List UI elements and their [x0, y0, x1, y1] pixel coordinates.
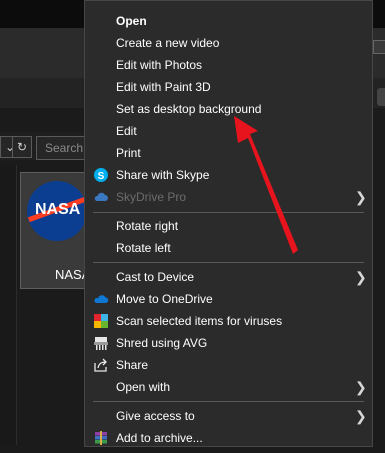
menu-item-rotate-left[interactable]: Rotate left [85, 237, 372, 259]
shredder-icon [93, 335, 109, 351]
nasa-logo-image: NASA [27, 181, 87, 241]
window-edge-icon [377, 88, 385, 106]
menu-item-share[interactable]: Share [85, 354, 372, 376]
menu-separator [93, 212, 364, 213]
window-edge-control [373, 40, 385, 54]
menu-separator [93, 262, 364, 263]
menu-item-skydrive-pro: SkyDrive Pro ❯ [85, 186, 372, 208]
onedrive-icon [93, 291, 109, 307]
menu-item-add-to-archive[interactable]: Add to archive... [85, 427, 372, 449]
menu-item-move-to-onedrive[interactable]: Move to OneDrive [85, 288, 372, 310]
menu-item-set-desktop-background[interactable]: Set as desktop background [85, 98, 372, 120]
submenu-chevron-icon: ❯ [355, 189, 367, 205]
menu-item-shred-using-avg[interactable]: Shred using AVG [85, 332, 372, 354]
menu-item-edit[interactable]: Edit [85, 120, 372, 142]
menu-item-scan-viruses[interactable]: Scan selected items for viruses [85, 310, 372, 332]
menu-item-cast-to-device[interactable]: Cast to Device ❯ [85, 266, 372, 288]
navigation-pane [0, 165, 17, 445]
cloud-icon [93, 189, 109, 205]
menu-item-share-with-skype[interactable]: S Share with Skype [85, 164, 372, 186]
context-menu: Open Create a new video Edit with Photos… [84, 0, 373, 447]
avg-scan-icon [93, 313, 109, 329]
menu-item-edit-with-photos[interactable]: Edit with Photos [85, 54, 372, 76]
submenu-chevron-icon: ❯ [355, 269, 367, 285]
svg-text:S: S [98, 171, 105, 182]
refresh-button[interactable]: ↻ [12, 136, 32, 158]
menu-separator [93, 401, 364, 402]
menu-item-print[interactable]: Print [85, 142, 372, 164]
menu-item-create-video[interactable]: Create a new video [85, 32, 372, 54]
submenu-chevron-icon: ❯ [355, 379, 367, 395]
archive-icon [93, 430, 109, 446]
skype-icon: S [93, 167, 109, 183]
submenu-chevron-icon: ❯ [355, 408, 367, 424]
nasa-logo-text: NASA [35, 201, 81, 218]
share-icon [93, 357, 109, 373]
search-placeholder: Search [45, 141, 84, 155]
menu-item-give-access-to[interactable]: Give access to ❯ [85, 405, 372, 427]
menu-item-edit-with-paint-3d[interactable]: Edit with Paint 3D [85, 76, 372, 98]
menu-item-open[interactable]: Open [85, 10, 372, 32]
file-thumbnail-nasa[interactable]: NASA NASA [20, 172, 92, 289]
menu-item-open-with[interactable]: Open with ❯ [85, 376, 372, 398]
menu-item-rotate-right[interactable]: Rotate right [85, 215, 372, 237]
